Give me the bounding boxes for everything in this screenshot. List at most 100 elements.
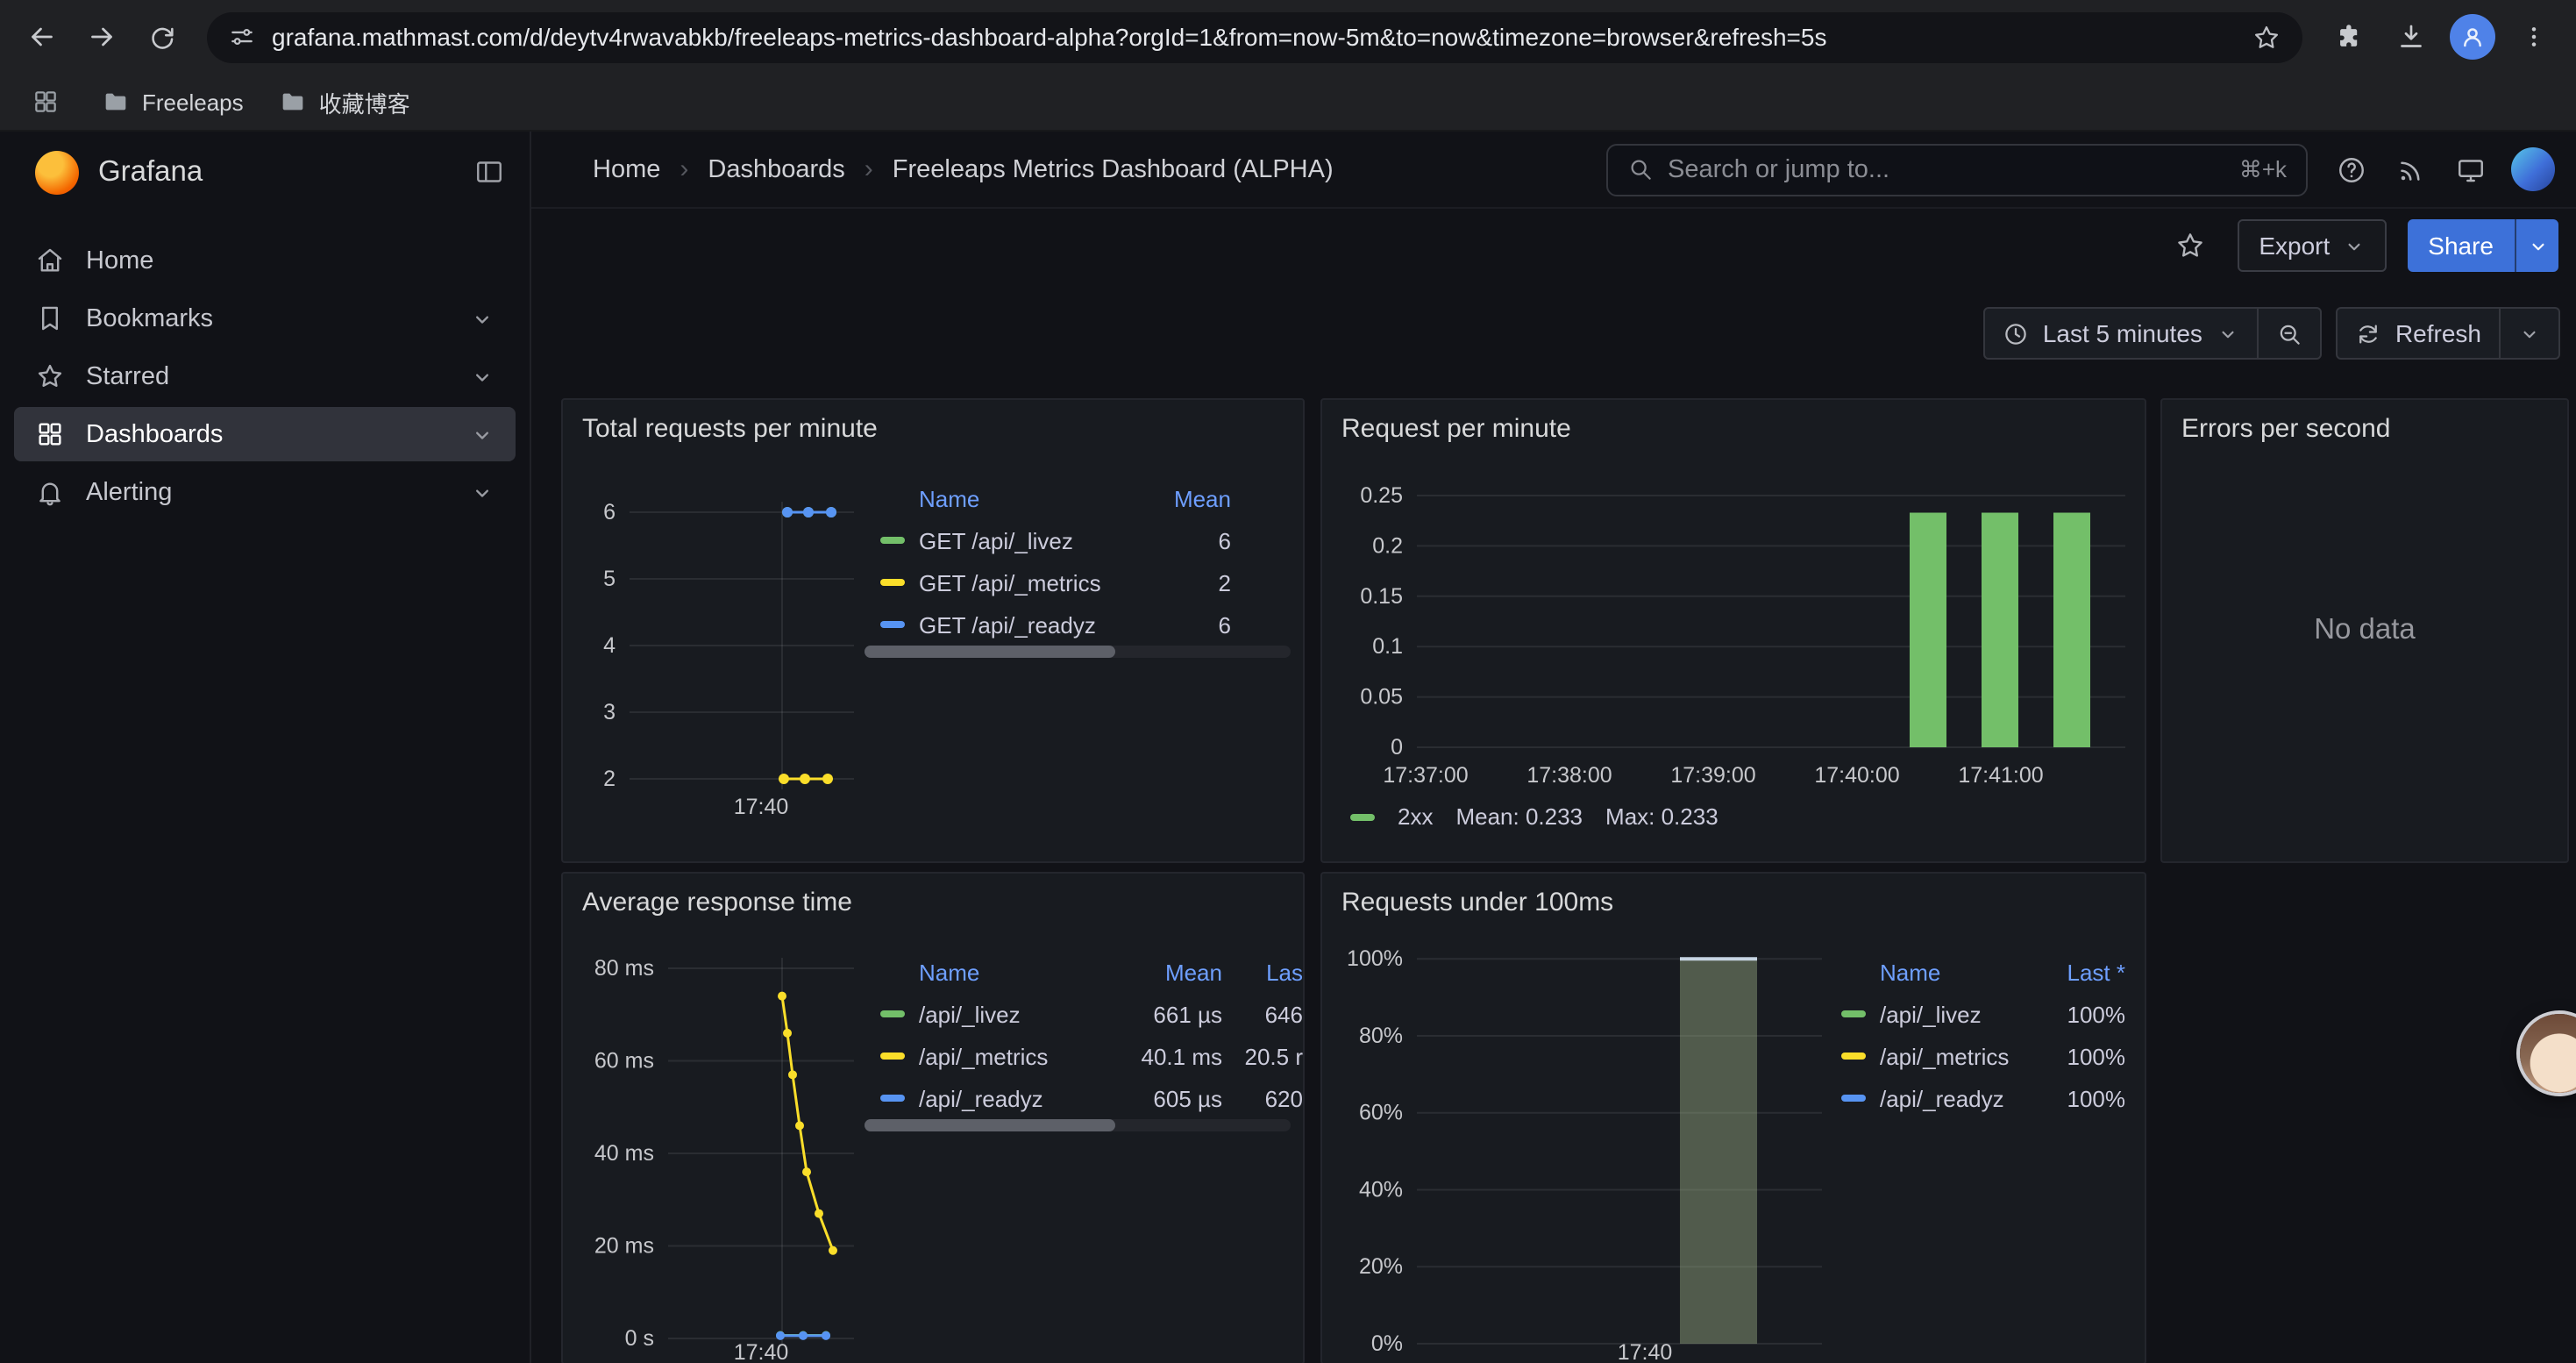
chevron-down-icon[interactable] [470,480,495,504]
favorite-dashboard-button[interactable] [2164,219,2217,272]
bookmark-label: 收藏博客 [319,85,410,118]
svg-text:0 s: 0 s [625,1326,654,1351]
browser-profile-button[interactable] [2450,14,2495,60]
legend-row[interactable]: GET /api/_metrics 2 [880,561,1231,603]
series-color-dash [1841,1095,1866,1102]
bookmark-folder-freeleaps[interactable]: Freeleaps [102,88,244,116]
legend-row[interactable]: /api/_livez 661 µs 646 [880,993,1303,1035]
chevron-down-icon[interactable] [470,422,495,446]
screen: grafana.mathmast.com/d/deytv4rwavabkb/fr… [0,0,2576,1363]
time-range-picker[interactable]: Last 5 minutes [1983,307,2259,360]
series-name: /api/_livez [1880,1001,2031,1027]
legend-col-last[interactable]: Las [1222,959,1303,985]
sidebar-item-dashboards[interactable]: Dashboards [14,407,516,461]
sidebar-item-alerting[interactable]: Alerting [14,465,516,519]
series-name: 2xx [1398,803,1433,830]
series-name: GET /api/_livez [919,527,1154,553]
svg-text:60%: 60% [1359,1101,1403,1125]
apps-grid-button[interactable] [25,81,67,123]
downloads-button[interactable] [2383,9,2439,65]
search-box[interactable]: ⌘+k [1606,143,2308,196]
legend-row[interactable]: GET /api/_livez 6 [880,519,1231,561]
forward-button[interactable] [74,9,130,65]
bookmark-star-icon[interactable] [2252,22,2281,52]
legend-row[interactable]: /api/_metrics 100% [1841,1035,2125,1077]
sidebar-item-home[interactable]: Home [14,233,516,288]
back-button[interactable] [14,9,70,65]
help-button[interactable] [2325,143,2378,196]
legend-row[interactable]: /api/_readyz 100% [1841,1077,2125,1119]
sidebar-nav: Home Bookmarks Starred Dashboards [0,212,530,540]
browser-menu-button[interactable] [2506,9,2562,65]
series-color-dash [1841,1010,1866,1017]
bar-chart[interactable]: 0.250.20.150.10.05017:37:0017:38:0017:39… [1322,400,2146,863]
sidebar: Grafana Home Bookmarks Starred [0,132,531,1363]
svg-text:17:41:00: 17:41:00 [1958,763,2043,788]
search-shortcut: ⌘+k [2239,155,2287,183]
legend-col-mean[interactable]: Mean [1154,485,1231,511]
breadcrumb: Home › Dashboards › Freeleaps Metrics Da… [593,154,1334,184]
sidebar-item-label: Starred [86,362,169,390]
svg-text:0.15: 0.15 [1360,584,1403,609]
zoom-out-button[interactable] [2259,307,2322,360]
chevron-down-icon[interactable] [470,364,495,389]
series-color-dash [1841,1053,1866,1060]
refresh-button[interactable]: Refresh [2336,307,2501,360]
series-last: 20.5 r [1222,1043,1303,1069]
bookmark-folder-blogs[interactable]: 收藏博客 [279,85,410,118]
breadcrumb-home[interactable]: Home [593,155,660,183]
reload-button[interactable] [133,9,189,65]
svg-text:17:37:00: 17:37:00 [1383,763,1468,788]
puzzle-icon [2333,22,2363,52]
series-name: /api/_readyz [919,1085,1110,1111]
series-last: 100% [2031,1001,2125,1027]
refresh-interval-dropdown[interactable] [2501,307,2560,360]
svg-text:40%: 40% [1359,1177,1403,1202]
share-button[interactable]: Share [2407,219,2515,272]
legend-col-name[interactable]: Name [919,959,1110,985]
svg-text:2: 2 [603,767,616,791]
series-last: 100% [2031,1043,2125,1069]
tv-mode-button[interactable] [2444,143,2497,196]
sidebar-item-bookmarks[interactable]: Bookmarks [14,291,516,346]
series-color-dash [880,621,905,628]
svg-text:6: 6 [603,500,616,525]
legend-col-mean[interactable]: Mean [1110,959,1222,985]
legend-col-last[interactable]: Last * [2031,959,2125,985]
legend-col-name[interactable]: Name [1880,959,2031,985]
legend-scrollbar[interactable] [865,646,1291,658]
scrollbar-thumb[interactable] [865,646,1115,658]
share-dropdown-button[interactable] [2515,219,2558,272]
legend-row[interactable]: /api/_readyz 605 µs 620 [880,1077,1303,1119]
svg-text:17:39:00: 17:39:00 [1670,763,1755,788]
scrollbar-thumb[interactable] [865,1119,1115,1131]
sidebar-item-starred[interactable]: Starred [14,349,516,403]
url-bar[interactable]: grafana.mathmast.com/d/deytv4rwavabkb/fr… [207,11,2302,62]
grafana-logo[interactable] [35,150,79,194]
user-avatar[interactable] [2511,147,2555,191]
panel-title[interactable]: Request per minute [1341,414,1571,444]
site-settings-icon[interactable] [228,23,256,51]
extensions-button[interactable] [2320,9,2376,65]
chevron-down-icon [2526,234,2549,257]
svg-text:0.05: 0.05 [1360,685,1403,710]
legend-scrollbar[interactable] [865,1119,1291,1131]
legend-inline[interactable]: 2xx Mean: 0.233 Max: 0.233 [1350,803,1719,830]
legend-row[interactable]: /api/_metrics 40.1 ms 20.5 r [880,1035,1303,1077]
svg-text:4: 4 [603,633,616,658]
chevron-down-icon[interactable] [470,306,495,331]
news-button[interactable] [2385,143,2437,196]
breadcrumb-dashboards[interactable]: Dashboards [708,155,844,183]
legend-row[interactable]: /api/_livez 100% [1841,993,2125,1035]
series-color-dash [880,1095,905,1102]
legend-row[interactable]: GET /api/_readyz 6 [880,603,1231,646]
export-button[interactable]: Export [2238,219,2386,272]
download-icon [2395,21,2427,53]
sidebar-collapse-button[interactable] [473,156,505,188]
search-input[interactable] [1668,155,2225,183]
legend-col-name[interactable]: Name [919,485,1154,511]
panel-title[interactable]: Average response time [582,888,852,917]
person-icon [2459,23,2487,51]
panel-title[interactable]: Total requests per minute [582,414,878,444]
panel-title[interactable]: Requests under 100ms [1341,888,1613,917]
